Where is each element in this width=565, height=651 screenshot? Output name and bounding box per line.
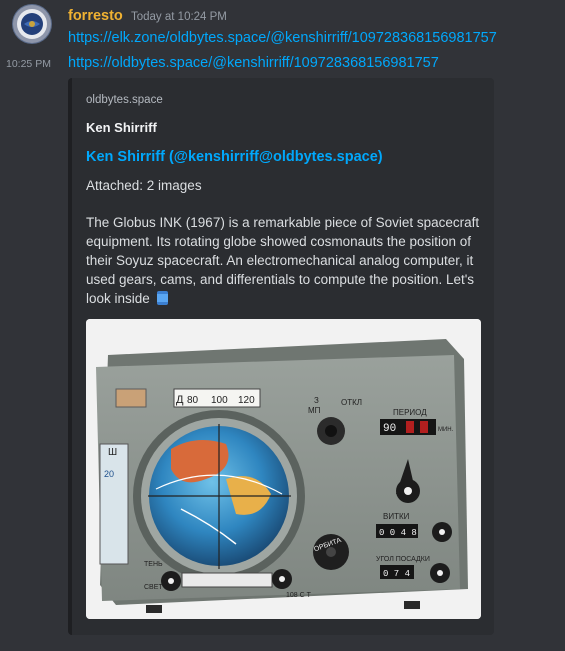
light-label: СВЕТ	[144, 584, 163, 591]
username[interactable]: forresto	[68, 8, 123, 24]
mp-label: МП	[308, 406, 321, 415]
message-timestamp: Today at 10:24 PM	[131, 11, 227, 23]
landing-angle-label: УГОЛ ПОСАДКИ	[376, 556, 430, 563]
landing-angle-value: 0 7 4	[383, 569, 410, 579]
period-label: ПЕРИОД	[393, 408, 427, 417]
period-value: 90	[383, 423, 396, 435]
turns-label: ВИТКИ	[383, 512, 410, 521]
scale-sh-letter: Ш	[108, 447, 117, 458]
shadow-label: ТЕНЬ	[144, 561, 163, 568]
min-label: МИН.	[438, 427, 454, 433]
embed-provider: oldbytes.space	[86, 94, 163, 106]
scale-mid-label: 100	[211, 395, 228, 406]
thread-spool-icon	[156, 291, 168, 305]
embed-attached-note: Attached: 2 images	[86, 178, 202, 193]
scale-dial-letter: Д	[176, 394, 184, 406]
followup-timestamp: 10:25 PM	[6, 58, 51, 70]
scale-right-label: 120	[238, 395, 255, 406]
message-link-elk[interactable]: https://elk.zone/oldbytes.space/@kenshir…	[68, 30, 497, 46]
embed-author: Ken Shirriff	[86, 120, 157, 135]
embed-description-text: The Globus INK (1967) is a remarkable pi…	[86, 215, 480, 306]
message-link-oldbytes[interactable]: https://oldbytes.space/@kenshirriff/1097…	[68, 55, 439, 71]
user-avatar[interactable]	[12, 4, 52, 44]
scale-vertical-label: 20	[104, 469, 114, 479]
embed-description: The Globus INK (1967) is a remarkable pi…	[86, 213, 482, 308]
bottom-mark: 108 С Т	[286, 592, 312, 599]
embed-image[interactable]: Д 80 100 120 Ш 20 З МП ОТКЛ ПЕРИОД 90 МИ…	[86, 319, 481, 619]
avatar-globe-icon	[13, 5, 51, 43]
embed-title-link[interactable]: Ken Shirriff (@kenshirriff@oldbytes.spac…	[86, 149, 383, 165]
link-embed: oldbytes.space Ken Shirriff Ken Shirriff…	[68, 78, 494, 635]
scale-left-label: 80	[187, 395, 199, 406]
z-letter: З	[314, 396, 319, 405]
turns-value: 0 0 4 8	[379, 528, 417, 538]
off-label: ОТКЛ	[341, 398, 362, 407]
globus-device-image: Д 80 100 120 Ш 20 З МП ОТКЛ ПЕРИОД 90 МИ…	[86, 319, 481, 619]
